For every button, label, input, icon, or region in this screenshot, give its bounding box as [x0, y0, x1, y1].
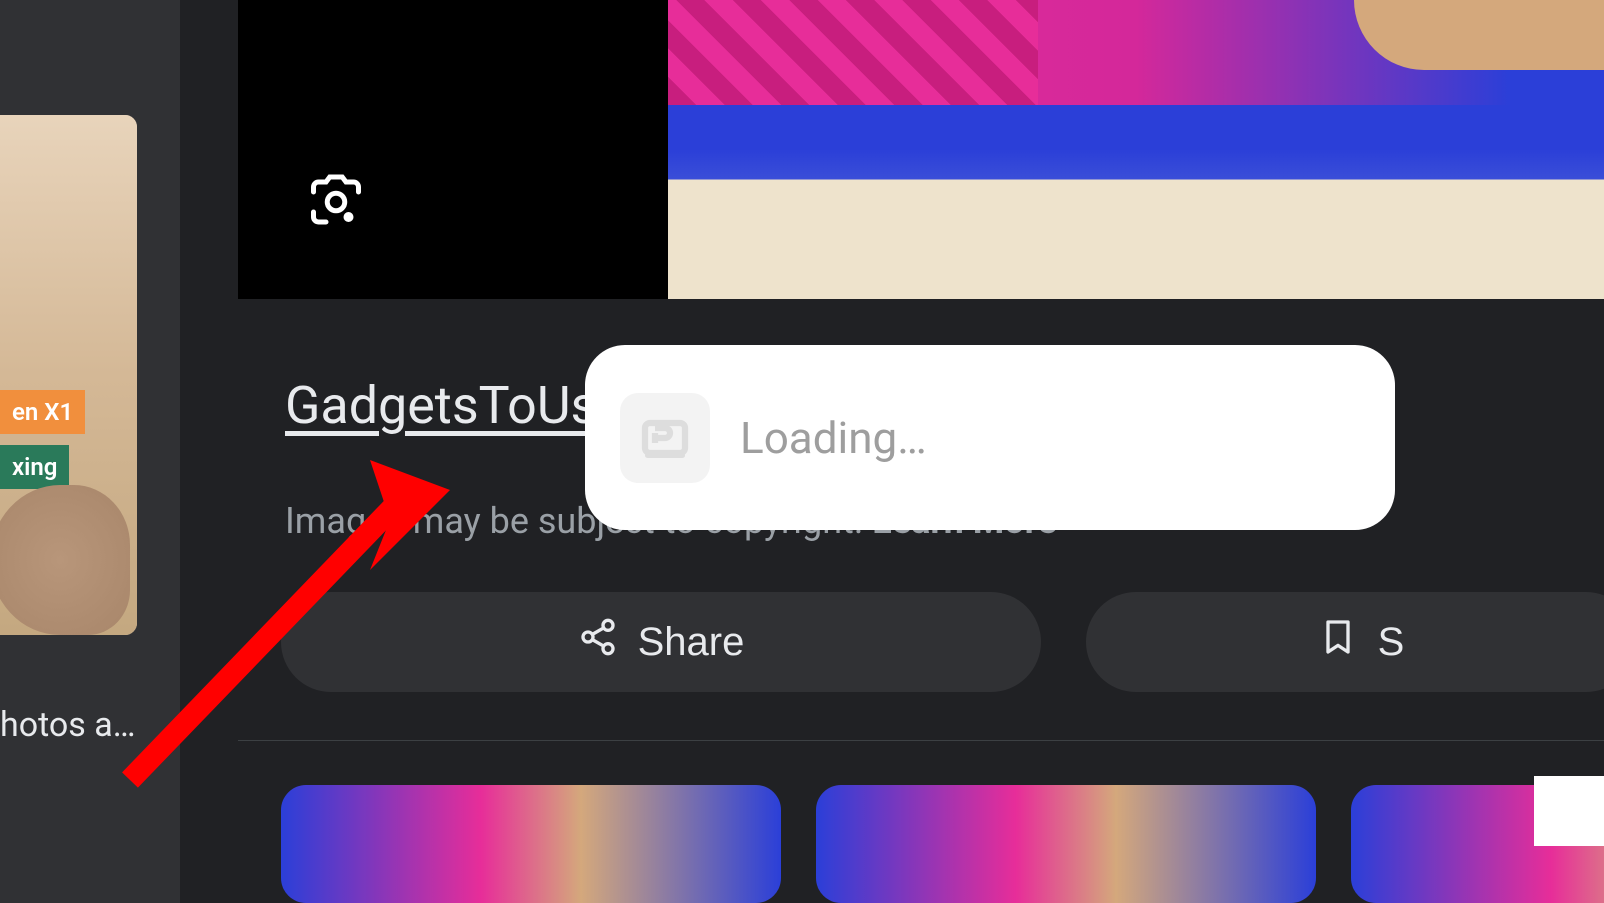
lens-icon[interactable] [306, 172, 366, 236]
main-image-preview[interactable] [668, 0, 1604, 299]
popup-app-icon [620, 393, 710, 483]
section-divider [238, 740, 1604, 741]
share-button-label: Share [638, 620, 745, 665]
thumbnail-caption: hotos a… [0, 705, 136, 745]
badge-label-orange: en X1 [0, 390, 85, 434]
share-icon [578, 617, 618, 667]
bookmark-icon [1318, 617, 1358, 667]
action-button-row: Share S [281, 592, 1604, 692]
thumbnail-card[interactable]: en X1 xing [0, 115, 137, 635]
finger-image-fragment [1354, 0, 1604, 70]
save-button[interactable]: S [1086, 592, 1604, 692]
related-thumbnails-row [281, 785, 1604, 903]
related-thumb-1[interactable] [281, 785, 781, 903]
badge-label-teal: xing [0, 445, 69, 489]
related-thumb-2[interactable] [816, 785, 1316, 903]
image-viewer-black-area [238, 0, 668, 299]
white-corner-overlay [1534, 776, 1604, 846]
loading-text: Loading… [740, 412, 927, 464]
sidebar-panel: en X1 xing hotos a… [0, 0, 180, 903]
hand-image-fragment [0, 485, 130, 635]
thumbnail-image: en X1 xing [0, 115, 137, 635]
share-button[interactable]: Share [281, 592, 1041, 692]
loading-popup: Loading… [585, 345, 1395, 530]
diamond-pattern-region [668, 0, 1038, 105]
save-button-label: S [1378, 620, 1405, 665]
source-link[interactable]: GadgetsToUs [285, 375, 597, 436]
